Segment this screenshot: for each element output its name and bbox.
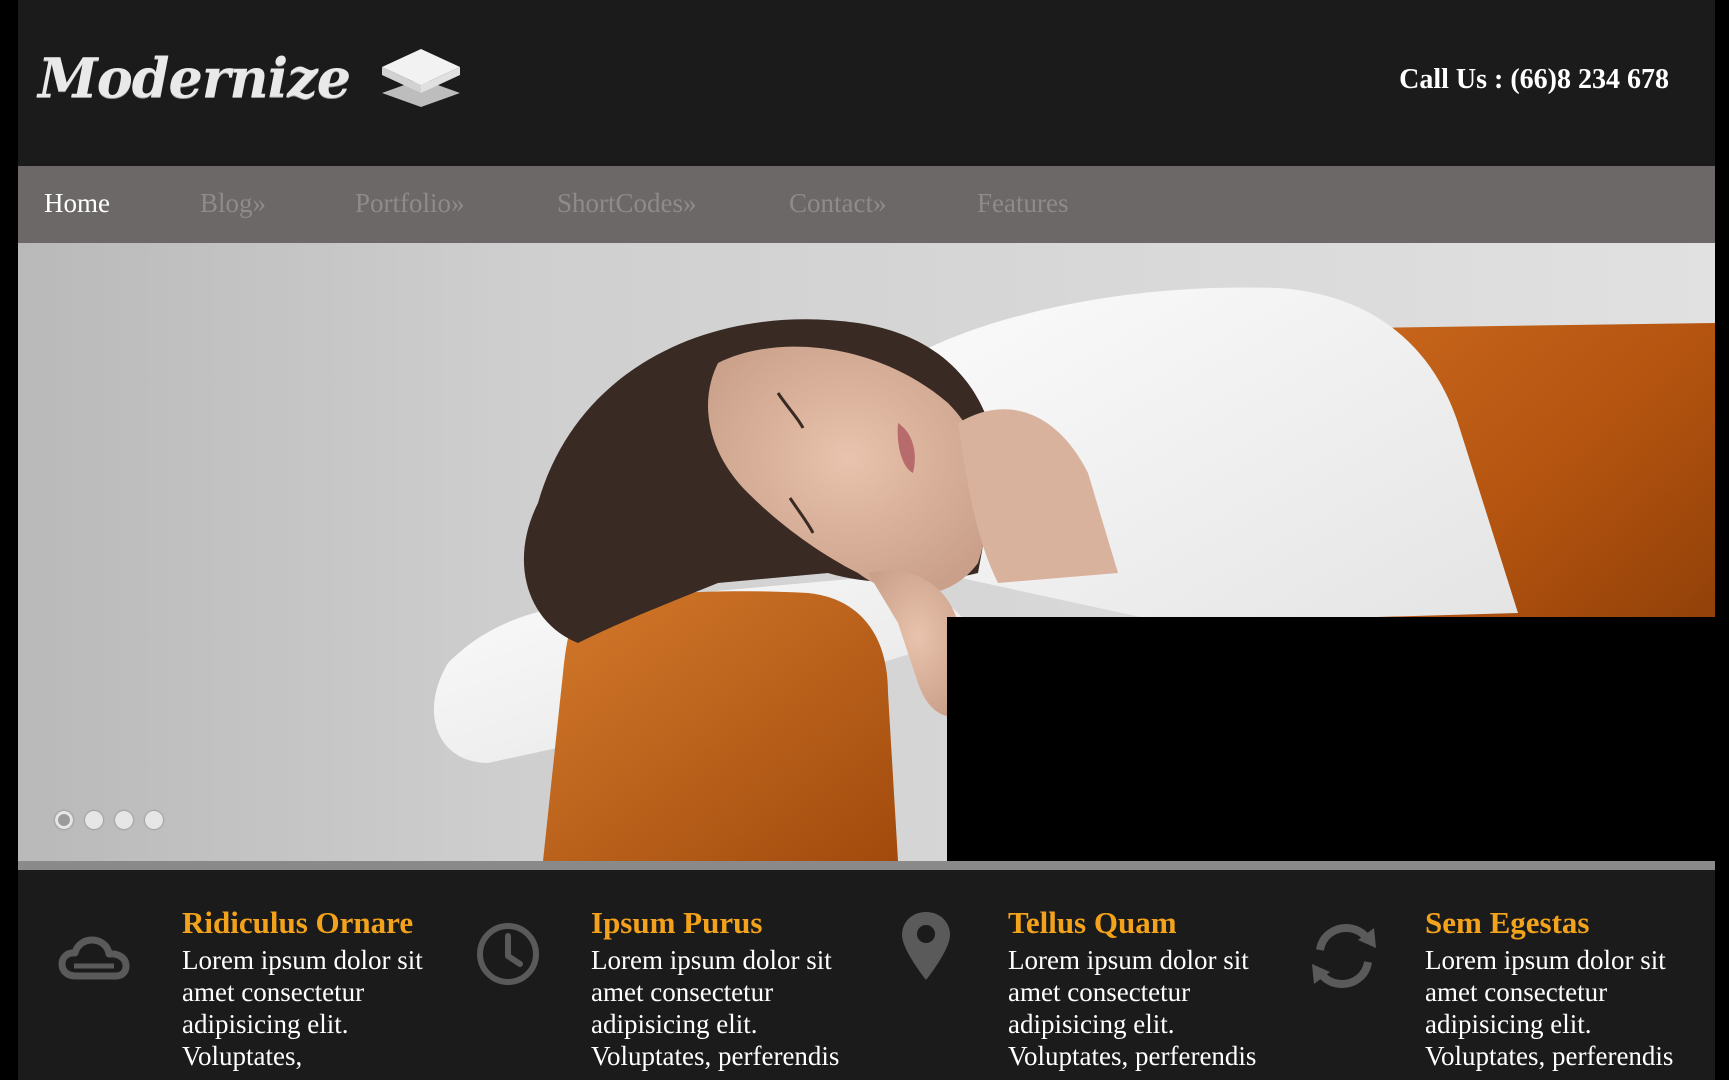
slider-dot-3[interactable] xyxy=(115,811,133,829)
map-pin-icon xyxy=(902,912,950,980)
page: Modernize Call Us : (66)8 234 678 Home B… xyxy=(18,0,1715,1080)
feature-text: Lorem ipsum dolor sit amet consectetur a… xyxy=(1425,945,1674,1071)
slider-dot-4[interactable] xyxy=(145,811,163,829)
clock-icon xyxy=(477,923,539,985)
layers-logo-icon xyxy=(382,49,461,107)
feature-title: Sem Egestas xyxy=(1425,905,1590,940)
feature-item: Tellus Quam Lorem ipsum dolor sit amet c… xyxy=(900,905,1300,1080)
main-nav: Home Blog» Portfolio» ShortCodes» Contac… xyxy=(18,166,1715,243)
nav-item-home[interactable]: Home xyxy=(44,188,110,219)
feature-item: Ridiculus Ornare Lorem ipsum dolor sit a… xyxy=(58,905,458,1080)
slider-bottom-bar xyxy=(18,861,1715,870)
refresh-icon xyxy=(1312,923,1376,989)
feature-text: Lorem ipsum dolor sit amet consectetur a… xyxy=(1008,945,1257,1071)
features-section: Ridiculus Ornare Lorem ipsum dolor sit a… xyxy=(18,870,1715,1080)
slider-dot-1[interactable] xyxy=(55,811,73,829)
slide-caption-box xyxy=(947,617,1715,861)
feature-text: Lorem ipsum dolor sit amet consectetur a… xyxy=(182,945,423,1071)
nav-item-shortcodes[interactable]: ShortCodes» xyxy=(557,188,697,219)
feature-text: Lorem ipsum dolor sit amet consectetur a… xyxy=(591,945,840,1071)
feature-item: Ipsum Purus Lorem ipsum dolor sit amet c… xyxy=(474,905,874,1080)
site-header: Modernize Call Us : (66)8 234 678 xyxy=(18,0,1715,166)
nav-item-contact[interactable]: Contact» xyxy=(789,188,886,219)
nav-item-features[interactable]: Features xyxy=(977,188,1068,219)
slider-pagination xyxy=(55,811,163,829)
call-us-phone: Call Us : (66)8 234 678 xyxy=(1399,64,1669,95)
feature-item: Sem Egestas Lorem ipsum dolor sit amet c… xyxy=(1306,905,1706,1080)
nav-item-portfolio[interactable]: Portfolio» xyxy=(355,188,465,219)
hero-slider[interactable] xyxy=(18,243,1715,861)
feature-title: Tellus Quam xyxy=(1008,905,1177,940)
nav-item-blog[interactable]: Blog» xyxy=(200,188,266,219)
feature-title: Ipsum Purus xyxy=(591,905,763,940)
slider-dot-2[interactable] xyxy=(85,811,103,829)
logo-text: Modernize xyxy=(38,46,351,110)
feature-title: Ridiculus Ornare xyxy=(182,905,414,940)
site-logo[interactable]: Modernize xyxy=(38,38,462,118)
cloud-icon xyxy=(58,936,130,980)
